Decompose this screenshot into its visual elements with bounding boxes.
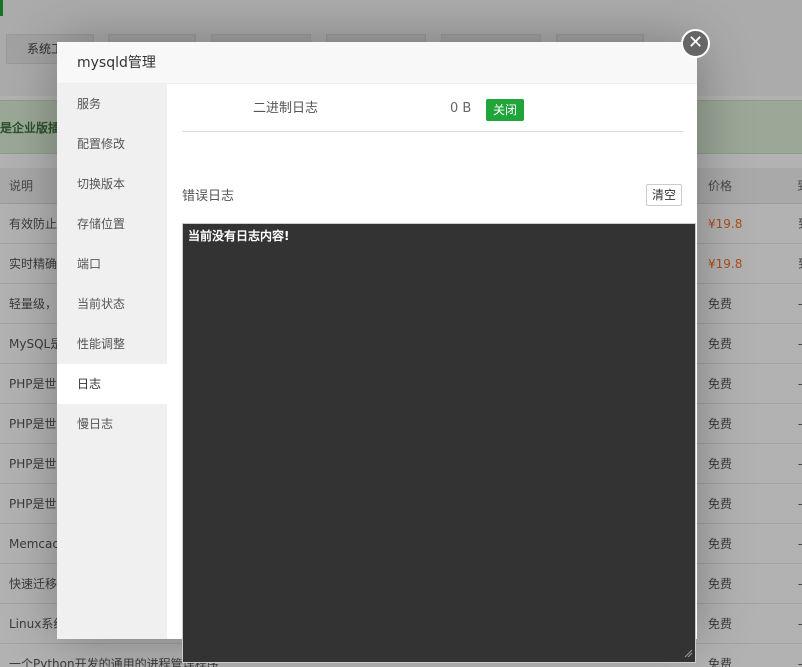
binlog-row: 二进制日志 0 B 关闭 xyxy=(182,84,683,132)
sidebar-item-slow-log[interactable]: 慢日志 xyxy=(57,404,167,444)
dialog-sidebar: 服务 配置修改 切换版本 存储位置 端口 当前状态 性能调整 日志 慢日志 xyxy=(57,84,167,639)
sidebar-item-storage[interactable]: 存储位置 xyxy=(57,204,167,244)
sidebar-item-status[interactable]: 当前状态 xyxy=(57,284,167,324)
error-log-textarea[interactable]: 当前没有日志内容! xyxy=(182,223,696,663)
sidebar-item-config[interactable]: 配置修改 xyxy=(57,124,167,164)
sidebar-item-service[interactable]: 服务 xyxy=(57,84,167,124)
error-log-label: 错误日志 xyxy=(182,189,235,204)
sidebar-item-switch-version[interactable]: 切换版本 xyxy=(57,164,167,204)
sidebar-item-log[interactable]: 日志 xyxy=(57,364,167,404)
sidebar-item-port[interactable]: 端口 xyxy=(57,244,167,284)
mysqld-manager-dialog: mysqld管理 服务 配置修改 切换版本 存储位置 端口 当前状态 性能调整 日志 慢日志 二… xyxy=(57,42,697,663)
dialog-title: mysqld管理 xyxy=(57,42,697,84)
binlog-size: 0 B xyxy=(450,101,472,116)
clear-log-button[interactable]: 清空 xyxy=(646,184,683,206)
binlog-label: 二进制日志 xyxy=(253,101,319,116)
close-icon[interactable]: ✕ xyxy=(681,29,710,58)
sidebar-item-performance[interactable]: 性能调整 xyxy=(57,324,167,364)
binlog-toggle-button[interactable]: 关闭 xyxy=(486,99,525,121)
log-panel: 二进制日志 0 B 关闭 错误日志 清空 当前没有日志内容! xyxy=(167,84,697,663)
resize-grip-icon[interactable] xyxy=(683,648,693,658)
